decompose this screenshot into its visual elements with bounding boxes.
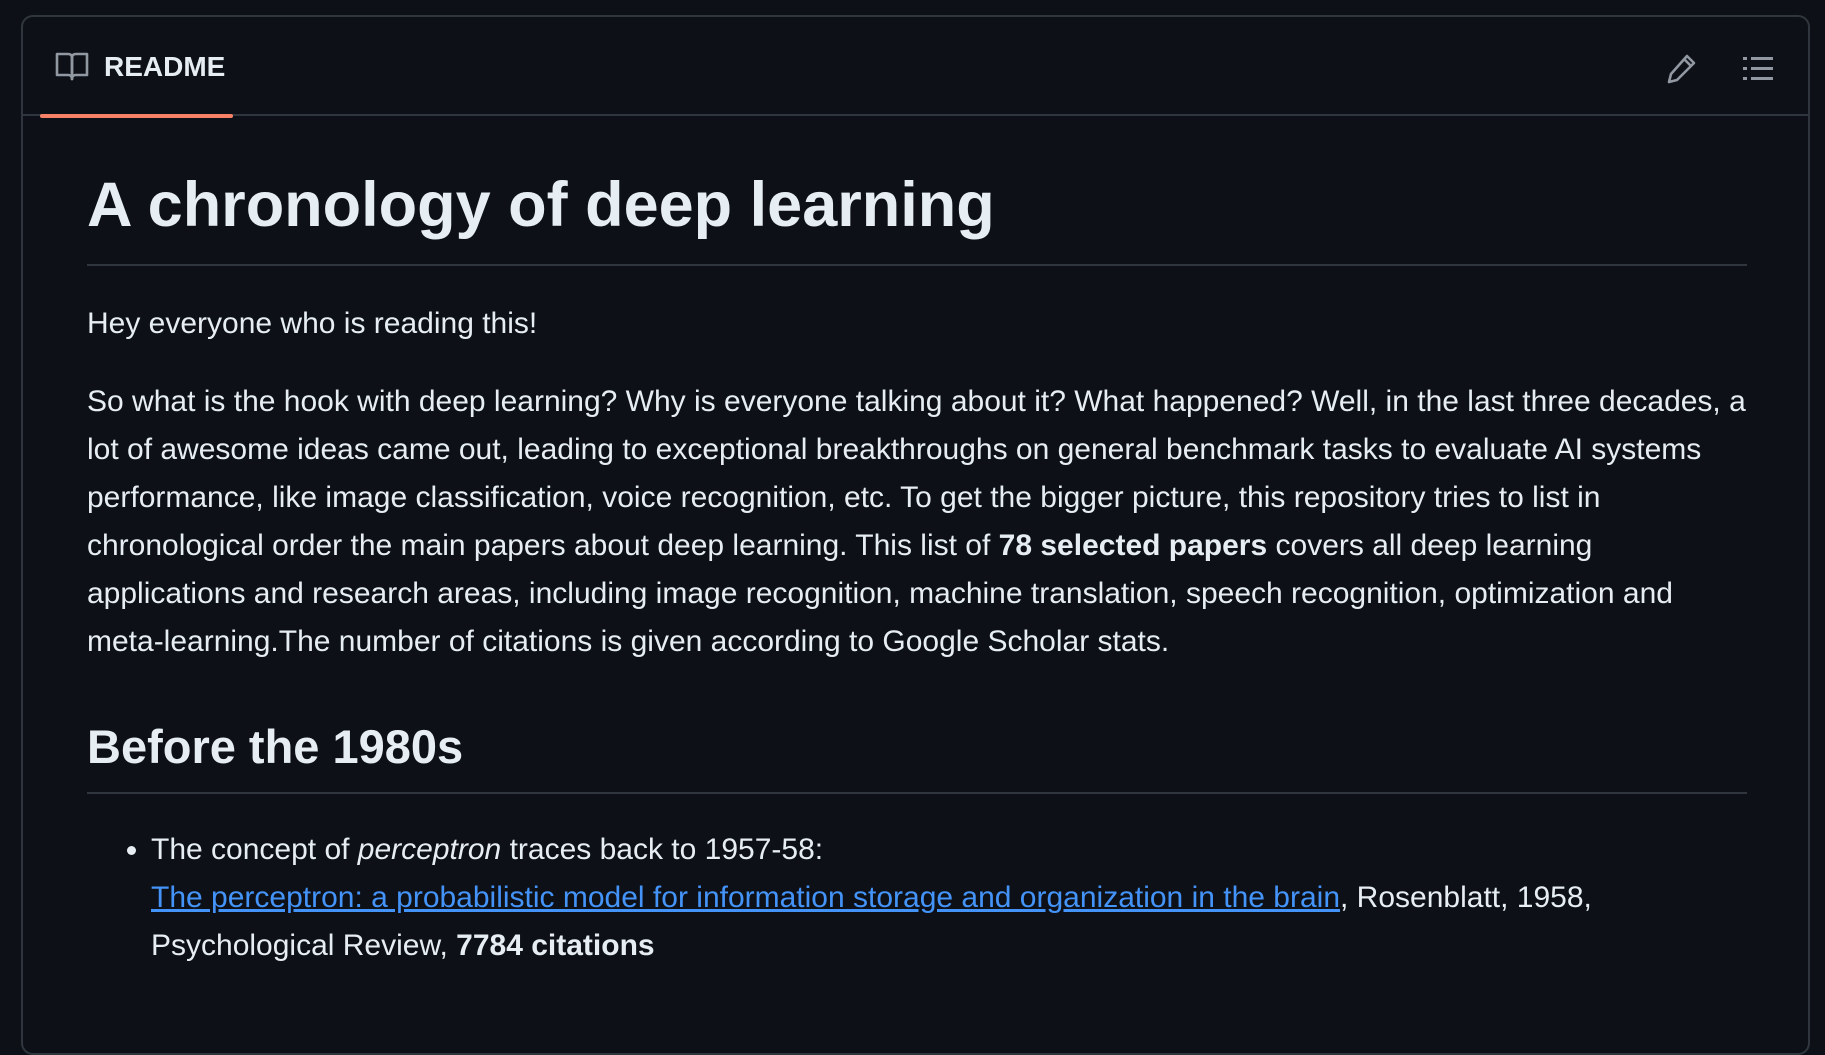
citation-count: 7784 citations xyxy=(456,929,655,962)
greeting-paragraph: Hey everyone who is reading this! xyxy=(87,307,538,340)
intro-bold-count: 78 selected papers xyxy=(998,529,1268,562)
tab-label: README xyxy=(104,51,226,82)
pencil-icon xyxy=(1667,54,1696,84)
intro-paragraph: So what is the hook with deep learning? … xyxy=(87,378,1747,666)
paper-link[interactable]: The perceptron: a probabilistic model fo… xyxy=(151,881,1340,914)
tab-readme[interactable]: README xyxy=(40,17,233,118)
item-emphasis: perceptron xyxy=(357,833,502,866)
readme-article: A chronology of deep learning Hey everyo… xyxy=(87,160,1747,970)
paper-list: The concept of perceptron traces back to… xyxy=(87,826,1747,970)
section-heading: Before the 1980s xyxy=(87,714,1747,794)
book-icon xyxy=(55,50,89,82)
item-suffix: traces back to 1957-58: xyxy=(501,833,824,866)
outline-button[interactable] xyxy=(1737,49,1779,87)
list-icon xyxy=(1743,57,1773,80)
item-prefix: The concept of xyxy=(151,833,358,866)
page-title: A chronology of deep learning xyxy=(87,160,1747,266)
tab-active-indicator xyxy=(40,114,233,118)
edit-button[interactable] xyxy=(1661,49,1703,87)
list-item: The concept of perceptron traces back to… xyxy=(151,826,1747,970)
readme-header: README xyxy=(23,17,1808,118)
